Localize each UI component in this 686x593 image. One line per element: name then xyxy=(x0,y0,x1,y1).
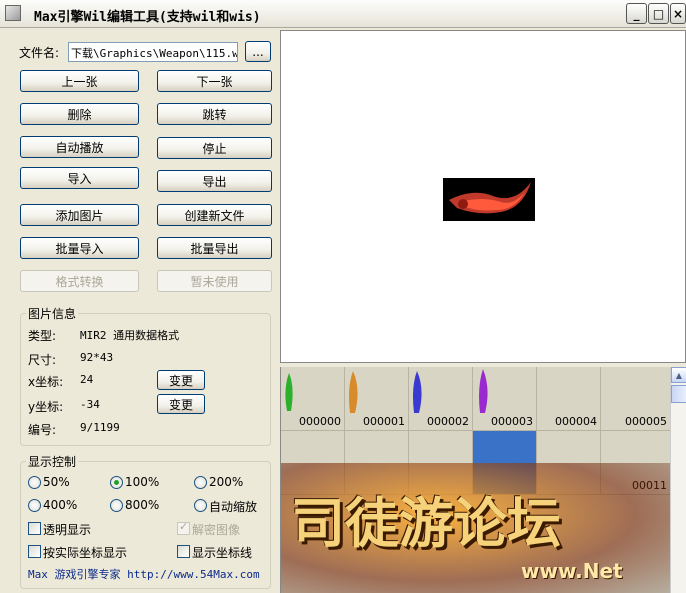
x-coord-value: 24 xyxy=(80,373,94,386)
thumbnail-label: 000002 xyxy=(427,415,469,428)
index-value: 9/1199 xyxy=(80,421,120,434)
image-preview-panel xyxy=(280,30,686,363)
file-path-input[interactable]: 下载\Graphics\Weapon\115.wil xyxy=(68,42,238,62)
transparent-label: 透明显示 xyxy=(43,523,92,537)
zoom-50-label: 50% xyxy=(43,475,70,489)
zoom-400-radio[interactable] xyxy=(28,499,41,512)
weapon-sprite-art xyxy=(449,182,531,214)
show-coords-checkbox[interactable] xyxy=(177,545,190,558)
zoom-100-label: 100% xyxy=(125,475,160,489)
actual-coords-checkbox[interactable] xyxy=(28,545,41,558)
thumbnail-label: 000004 xyxy=(555,415,597,428)
decrypt-label: 解密图像 xyxy=(192,523,241,537)
thumbnail-cell[interactable]: 000001 xyxy=(345,367,409,431)
thumbnail-label: 000003 xyxy=(491,415,533,428)
thumbnail-cell[interactable]: 000002 xyxy=(409,367,473,431)
close-button[interactable]: × xyxy=(670,3,686,24)
actual-coords-label: 按实际坐标显示 xyxy=(43,546,128,560)
show-coords-label: 显示坐标线 xyxy=(192,546,253,560)
zoom-auto-radio[interactable] xyxy=(194,499,207,512)
size-label: 尺寸: xyxy=(28,353,57,367)
batch-export-button[interactable]: 批量导出 xyxy=(157,237,272,259)
size-value: 92*43 xyxy=(80,351,114,364)
autoplay-button[interactable]: 自动播放 xyxy=(20,136,139,158)
thumbnail-cell[interactable]: 000003 xyxy=(473,367,537,431)
zoom-800-radio[interactable] xyxy=(110,499,123,512)
minimize-button[interactable]: _ xyxy=(626,3,647,24)
jump-button[interactable]: 跳转 xyxy=(157,103,272,125)
footer-link[interactable]: Max 游戏引擎专家 http://www.54Max.com xyxy=(28,566,260,582)
stop-button[interactable]: 停止 xyxy=(157,137,272,159)
watermark-text: 司徒游论坛 xyxy=(291,491,561,555)
scroll-thumb[interactable] xyxy=(671,385,686,403)
display-control-title: 显示控制 xyxy=(26,453,79,470)
thumbnail-label: 000005 xyxy=(625,415,667,428)
index-label: 编号: xyxy=(28,423,57,437)
zoom-auto-label: 自动缩放 xyxy=(209,500,258,514)
app-icon xyxy=(5,5,21,21)
file-name-label: 文件名: xyxy=(19,46,60,60)
format-convert-button[interactable]: 格式转换 xyxy=(20,270,139,292)
maximize-button[interactable]: □ xyxy=(648,3,669,24)
zoom-800-label: 800% xyxy=(125,498,160,512)
zoom-200-radio[interactable] xyxy=(194,476,207,489)
next-button[interactable]: 下一张 xyxy=(157,70,272,92)
thumbnail-cell[interactable]: 000000 xyxy=(281,367,345,431)
scroll-up-arrow[interactable]: ▲ xyxy=(671,367,686,383)
y-coord-label: y坐标: xyxy=(28,400,64,414)
change-x-button[interactable]: 变更 xyxy=(157,370,205,390)
decrypt-checkbox[interactable] xyxy=(177,520,190,535)
window-title: Max引擎Wil编辑工具(支持wil和wis) xyxy=(34,10,261,25)
batch-import-button[interactable]: 批量导入 xyxy=(20,237,139,259)
zoom-200-label: 200% xyxy=(209,475,244,489)
browse-button[interactable]: ... xyxy=(245,41,271,62)
watermark-url: www.Net xyxy=(521,559,623,583)
delete-button[interactable]: 删除 xyxy=(20,103,139,125)
thumbnail-label: 000000 xyxy=(299,415,341,428)
unused-button[interactable]: 暂未使用 xyxy=(157,270,272,292)
export-button[interactable]: 导出 xyxy=(157,170,272,192)
weapon-sprite xyxy=(443,178,535,221)
thumbnail-scrollbar[interactable]: ▲ xyxy=(670,367,686,593)
title-bar: Max引擎Wil编辑工具(支持wil和wis) _ □ × xyxy=(0,0,686,28)
thumbnail-cell[interactable]: 000005 xyxy=(601,367,670,431)
image-info-title: 图片信息 xyxy=(26,305,79,322)
y-coord-value: -34 xyxy=(80,398,100,411)
new-file-button[interactable]: 创建新文件 xyxy=(157,204,272,226)
thumbnail-cell[interactable]: 000004 xyxy=(537,367,601,431)
prev-button[interactable]: 上一张 xyxy=(20,70,139,92)
zoom-400-label: 400% xyxy=(43,498,78,512)
transparent-checkbox[interactable] xyxy=(28,522,41,535)
type-label: 类型: xyxy=(28,329,57,343)
thumbnail-strip: 000000 000001 000002 000003 000004 00000… xyxy=(280,367,670,593)
type-value: MIR2 通用数据格式 xyxy=(80,329,180,342)
import-button[interactable]: 导入 xyxy=(20,167,139,189)
thumbnail-label: 000001 xyxy=(363,415,405,428)
add-image-button[interactable]: 添加图片 xyxy=(20,204,139,226)
change-y-button[interactable]: 变更 xyxy=(157,394,205,414)
zoom-100-radio[interactable] xyxy=(110,476,123,489)
zoom-50-radio[interactable] xyxy=(28,476,41,489)
x-coord-label: x坐标: xyxy=(28,375,64,389)
